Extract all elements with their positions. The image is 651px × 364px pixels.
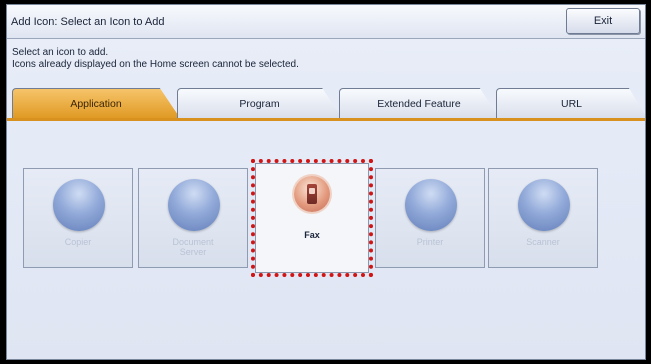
document-server-icon (168, 179, 220, 231)
tab-url[interactable]: URL (496, 88, 645, 118)
tab-program[interactable]: Program (177, 88, 342, 118)
icon-card-document-server[interactable]: Document Server (138, 168, 248, 268)
copier-icon (53, 179, 105, 231)
tab-underline (7, 118, 645, 121)
icon-panel: Copier Document Server Fax Printer Scann… (7, 122, 645, 359)
printer-icon (405, 179, 457, 231)
icon-card-printer[interactable]: Printer (375, 168, 485, 268)
page-title: Add Icon: Select an Icon to Add (11, 16, 165, 28)
icon-label-scanner: Scanner (526, 237, 560, 247)
icon-label-copier: Copier (64, 237, 92, 247)
add-icon-screen: Add Icon: Select an Icon to Add Exit Sel… (6, 4, 646, 360)
scanner-icon (518, 179, 570, 231)
icon-label-line-1: Document (172, 237, 214, 247)
icon-label-printer: Printer (416, 237, 444, 247)
instruction-line-1: Select an icon to add. (12, 47, 109, 58)
icon-card-fax[interactable]: Fax (255, 163, 369, 273)
icon-label-line-2: Server (179, 247, 207, 257)
icon-card-copier[interactable]: Copier (23, 168, 133, 268)
fax-glyph-icon (307, 184, 317, 204)
fax-icon (294, 176, 330, 212)
instruction-line-2: Icons already displayed on the Home scre… (12, 59, 299, 70)
tab-bar: Application Program Extended Feature URL (7, 88, 645, 122)
icon-label-document-server: Document Server (139, 237, 247, 257)
tab-extended-feature[interactable]: Extended Feature (339, 88, 499, 118)
tab-application[interactable]: Application (12, 88, 180, 118)
icon-card-scanner[interactable]: Scanner (488, 168, 598, 268)
exit-button[interactable]: Exit (566, 8, 640, 34)
icon-label-fax: Fax (304, 230, 320, 240)
title-bar: Add Icon: Select an Icon to Add Exit (7, 5, 645, 39)
